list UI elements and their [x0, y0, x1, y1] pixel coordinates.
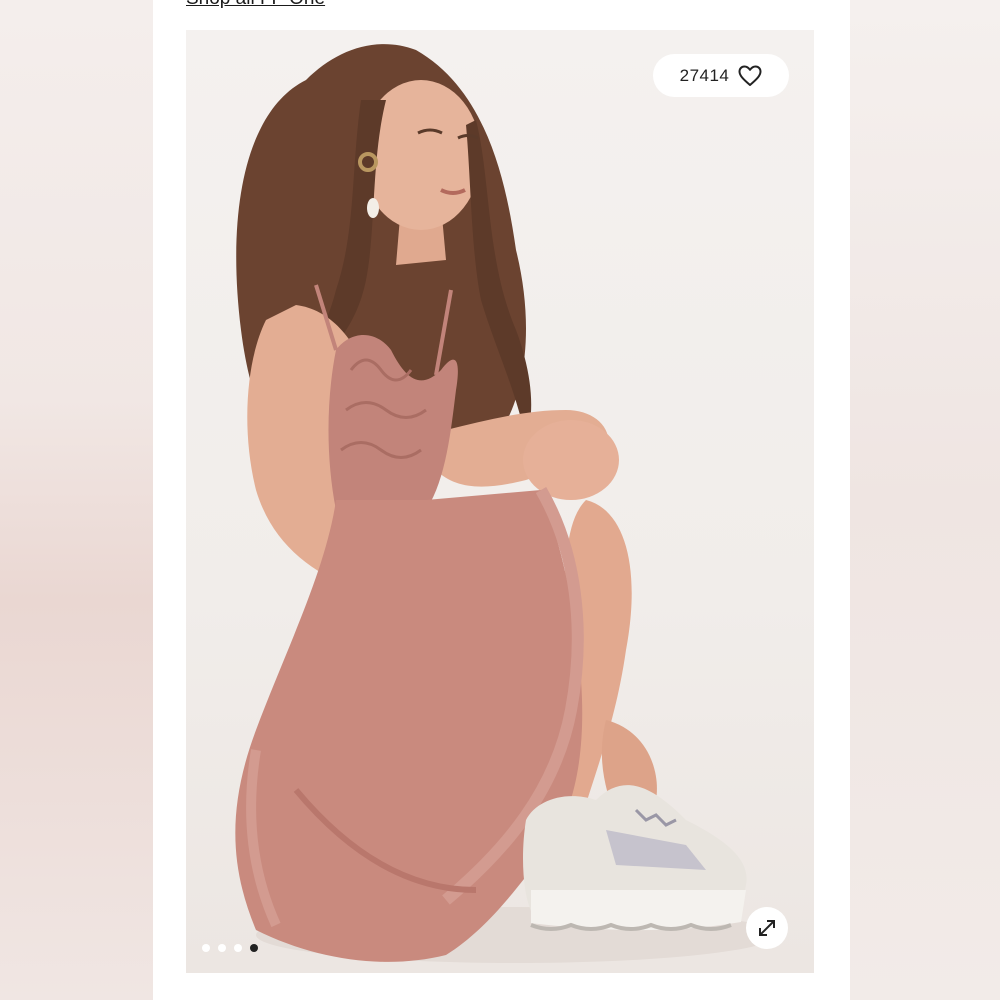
heart-icon [738, 65, 762, 86]
shop-all-link[interactable]: Shop all FP One [186, 0, 325, 10]
expand-image-button[interactable] [746, 907, 788, 949]
background-blur-right [850, 0, 1000, 1000]
gallery-dot-3[interactable] [234, 944, 242, 952]
gallery-dot-1[interactable] [202, 944, 210, 952]
gallery-dot-4[interactable] [250, 944, 258, 952]
product-photo [235, 44, 776, 963]
like-count: 27414 [679, 65, 730, 85]
product-image-gallery[interactable]: 27414 [186, 30, 814, 973]
product-page: Shop all FP One [153, 0, 850, 1000]
gallery-pagination [202, 944, 258, 952]
like-button[interactable]: 27414 [653, 54, 789, 97]
background-blur-left [0, 0, 153, 1000]
expand-arrows-icon [759, 920, 775, 936]
gallery-dot-2[interactable] [218, 944, 226, 952]
